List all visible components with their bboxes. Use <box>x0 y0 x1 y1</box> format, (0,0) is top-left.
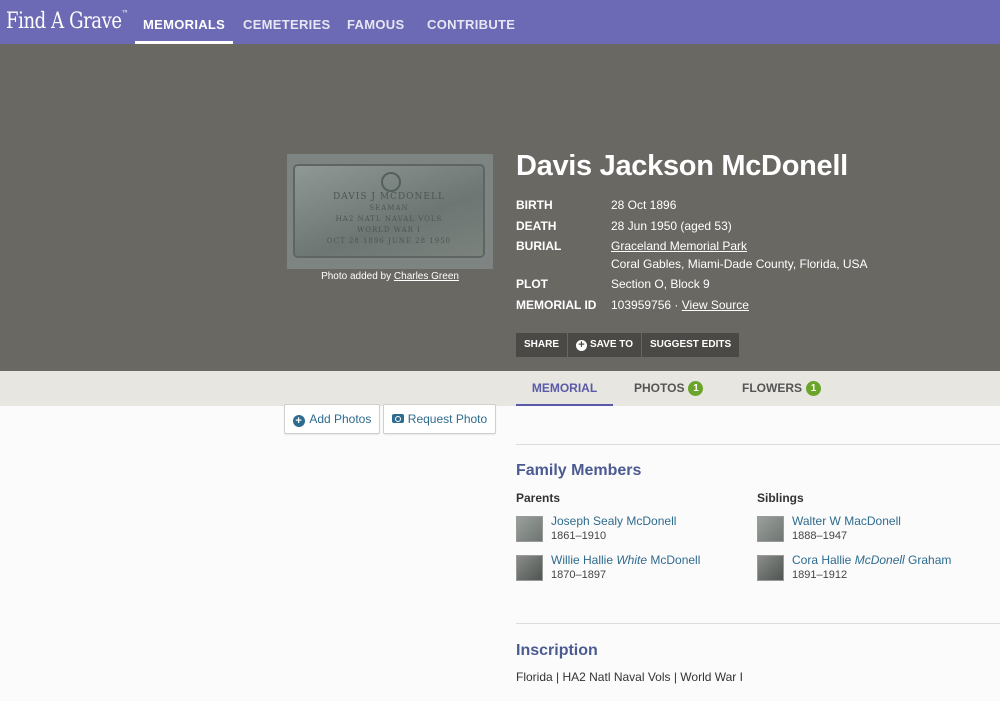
suggest-edits-button[interactable]: SUGGEST EDITS <box>642 333 740 357</box>
member-thumbnail <box>757 555 784 581</box>
family-member-item[interactable]: Cora Hallie McDonell Graham 1891–1912 <box>757 553 997 587</box>
inscription-text: Florida | HA2 Natl Naval Vols | World Wa… <box>516 670 743 684</box>
trademark-mark: ™ <box>121 9 129 18</box>
camera-icon <box>391 414 404 423</box>
flowers-count-badge: 1 <box>806 381 821 396</box>
top-navigation: Find A Grave™ MEMORIALS CEMETERIES FAMOU… <box>0 0 1000 44</box>
birth-value: 28 Oct 1896 <box>611 198 677 212</box>
plot-value: Section O, Block 9 <box>611 277 710 291</box>
member-name-link[interactable]: Cora Hallie McDonell Graham <box>792 553 951 567</box>
stone-line: SEAMAN <box>369 204 409 212</box>
request-photo-button[interactable]: Request Photo <box>383 404 496 434</box>
caption-prefix: Photo added by <box>321 271 392 282</box>
tab-flowers[interactable]: FLOWERS 1 <box>742 371 821 406</box>
view-source-link[interactable]: View Source <box>682 298 749 312</box>
save-to-button[interactable]: + SAVE TO <box>568 333 642 357</box>
logo-text: Find A Grave <box>6 9 122 34</box>
member-name-part: Graham <box>904 553 952 567</box>
family-member-item[interactable]: Willie Hallie White McDonell 1870–1897 <box>516 553 756 587</box>
stone-line: DAVIS J MCDONELL <box>333 192 445 202</box>
member-name-part: McDonell <box>647 553 701 567</box>
member-thumbnail <box>516 555 543 581</box>
memorial-name: Davis Jackson McDonell <box>516 150 848 182</box>
share-label: SHARE <box>524 339 560 350</box>
member-dates: 1888–1947 <box>792 530 848 542</box>
member-dates: 1861–1910 <box>551 530 607 542</box>
photos-count-badge: 1 <box>688 381 704 396</box>
stone-line: OCT 28 1896 JUNE 28 1950 <box>326 237 452 245</box>
family-members-title: Family Members <box>516 462 642 479</box>
tab-photos-label: PHOTOS <box>634 381 685 395</box>
member-maiden-name: McDonell <box>854 553 905 567</box>
memorial-action-bar: SHARE + SAVE TO SUGGEST EDITS <box>516 333 740 357</box>
member-name-part: Joseph Sealy McDonell <box>551 514 677 528</box>
death-value: 28 Jun 1950 (aged 53) <box>611 219 732 233</box>
member-thumbnail <box>757 516 784 542</box>
nav-famous[interactable]: FAMOUS <box>347 0 404 44</box>
memorial-tabs: MEMORIAL PHOTOS 1 FLOWERS 1 <box>0 371 1000 406</box>
add-photos-button[interactable]: + Add Photos <box>284 404 380 434</box>
birth-label: BIRTH <box>516 198 553 212</box>
nav-contribute[interactable]: CONTRIBUTE <box>427 0 515 44</box>
member-name-part: Cora Hallie <box>792 553 855 567</box>
headstone-photo[interactable]: DAVIS J MCDONELL SEAMAN HA2 NATL NAVAL V… <box>287 154 493 269</box>
tab-memorial-label: MEMORIAL <box>531 381 598 395</box>
siblings-heading: Siblings <box>757 491 804 505</box>
family-member-item[interactable]: Walter W MacDonell 1888–1947 <box>757 514 997 548</box>
burial-cemetery-link-wrap: Graceland Memorial Park <box>611 239 747 253</box>
photo-caption: Photo added by Charles Green <box>287 271 493 282</box>
headstone-image: DAVIS J MCDONELL SEAMAN HA2 NATL NAVAL V… <box>295 166 483 256</box>
add-circle-icon: + <box>292 415 305 427</box>
member-maiden-name: White <box>616 553 648 567</box>
share-button[interactable]: SHARE <box>516 333 569 357</box>
stone-line: HA2 NATL NAVAL VOLS <box>335 215 443 223</box>
burial-location: Coral Gables, Miami-Dade County, Florida… <box>611 257 868 271</box>
plus-circle-icon: + <box>576 340 588 351</box>
member-name-link[interactable]: Walter W MacDonell <box>792 514 901 528</box>
inscription-title: Inscription <box>516 642 598 659</box>
request-photo-label: Request Photo <box>407 412 488 426</box>
death-label: DEATH <box>516 219 557 233</box>
member-dates: 1891–1912 <box>792 569 848 581</box>
find-a-grave-logo[interactable]: Find A Grave™ <box>6 9 128 34</box>
nav-memorials[interactable]: MEMORIALS <box>134 0 234 44</box>
memorial-id-row: 103959756 · View Source <box>611 298 749 312</box>
member-name-part: Willie Hallie <box>551 553 617 567</box>
tab-memorial[interactable]: MEMORIAL <box>516 371 613 406</box>
cross-emblem-icon <box>381 172 401 192</box>
stone-line: WORLD WAR I <box>357 226 421 234</box>
photo-author-link[interactable]: Charles Green <box>394 271 459 282</box>
memorial-id-value: 103959756 · <box>611 298 679 312</box>
burial-label: BURIAL <box>516 239 562 253</box>
burial-cemetery-link[interactable]: Graceland Memorial Park <box>611 239 747 253</box>
member-dates: 1870–1897 <box>551 569 607 581</box>
nav-cemeteries[interactable]: CEMETERIES <box>243 0 331 44</box>
divider <box>516 444 1000 445</box>
suggest-edits-label: SUGGEST EDITS <box>650 339 732 350</box>
parents-heading: Parents <box>516 491 561 505</box>
tab-photos[interactable]: PHOTOS 1 <box>634 371 704 406</box>
member-name-part: Walter W MacDonell <box>792 514 901 528</box>
save-to-label: SAVE TO <box>590 339 633 350</box>
member-name-link[interactable]: Joseph Sealy McDonell <box>551 514 676 528</box>
memorial-header <box>0 44 1000 371</box>
member-name-link[interactable]: Willie Hallie White McDonell <box>551 553 700 567</box>
divider <box>516 623 1000 624</box>
add-photos-label: Add Photos <box>309 412 372 426</box>
family-member-item[interactable]: Joseph Sealy McDonell 1861–1910 <box>516 514 756 548</box>
plot-label: PLOT <box>516 277 548 291</box>
tab-flowers-label: FLOWERS <box>742 381 802 395</box>
member-thumbnail <box>516 516 543 542</box>
memorial-id-label: MEMORIAL ID <box>516 298 597 312</box>
